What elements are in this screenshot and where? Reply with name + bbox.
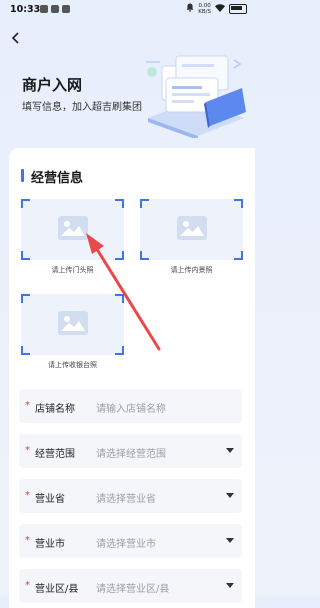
field-placeholder[interactable]: 请选择经营范围 <box>96 445 166 460</box>
system-icons: 0.00 KB/S <box>186 3 247 15</box>
app-notification-icon <box>62 5 70 13</box>
wifi-icon <box>215 3 225 15</box>
business-scope-select[interactable]: * 经营范围 请选择经营范围 <box>19 434 242 468</box>
page-subtitle: 填写信息，加入超吉刷集团 <box>22 102 142 113</box>
network-speed: 0.00 KB/S <box>198 3 211 15</box>
frame-corner <box>115 294 124 303</box>
bell-icon <box>186 3 194 15</box>
frame-corner <box>115 251 124 260</box>
business-info-card: 经营信息 请上传门头照 请上传内景照 请上传收银台照 * 店铺名称 请输入店铺名… <box>9 148 255 608</box>
field-label: 营业区/县 <box>35 584 79 595</box>
caret-down-icon[interactable] <box>226 493 234 498</box>
frame-corner <box>115 199 124 208</box>
network-speed-unit: KB/S <box>198 9 211 15</box>
upload-label: 请上传收银台照 <box>48 361 97 369</box>
field-placeholder[interactable]: 请选择营业市 <box>96 535 156 550</box>
city-select[interactable]: * 营业市 请选择营业市 <box>19 524 242 558</box>
image-placeholder-icon <box>58 216 88 240</box>
required-mark: * <box>25 535 30 546</box>
required-mark: * <box>25 580 30 591</box>
frame-corner <box>21 251 30 260</box>
section-title: 经营信息 <box>31 171 84 186</box>
field-label: 经营范围 <box>35 449 75 460</box>
field-placeholder[interactable]: 请选择营业区/县 <box>96 580 169 595</box>
upload-label: 请上传内景照 <box>170 266 213 274</box>
province-select[interactable]: * 营业省 请选择营业省 <box>19 479 242 513</box>
required-mark: * <box>25 490 30 501</box>
field-label: 营业省 <box>35 494 65 505</box>
field-placeholder[interactable]: 请选择营业省 <box>96 490 156 505</box>
store-name-field[interactable]: * 店铺名称 请输入店铺名称 <box>19 389 242 423</box>
district-select[interactable]: * 营业区/县 请选择营业区/县 <box>19 569 242 603</box>
frame-corner <box>21 199 30 208</box>
frame-corner <box>140 251 149 260</box>
app-notification-icon <box>40 5 48 13</box>
back-arrow-icon[interactable] <box>9 30 23 44</box>
status-bar: 10:33 0.00 KB/S <box>0 0 255 22</box>
caret-down-icon[interactable] <box>226 538 234 543</box>
required-mark: * <box>25 445 30 456</box>
page-title: 商户入网 <box>22 76 83 94</box>
caret-down-icon[interactable] <box>226 583 234 588</box>
required-mark: * <box>25 400 30 411</box>
field-label: 营业市 <box>35 539 65 550</box>
frame-corner <box>140 199 149 208</box>
field-label: 店铺名称 <box>35 404 75 415</box>
frame-corner <box>21 294 30 303</box>
frame-corner <box>21 346 30 355</box>
clock: 10:33 <box>10 4 41 15</box>
frame-corner <box>234 199 243 208</box>
image-placeholder-icon <box>177 216 207 240</box>
field-placeholder[interactable]: 请输入店铺名称 <box>96 400 166 415</box>
cashier-photo-upload[interactable] <box>21 294 124 355</box>
documents-illustration <box>146 55 246 138</box>
caret-down-icon[interactable] <box>226 448 234 453</box>
storefront-photo-upload[interactable] <box>21 199 124 260</box>
notification-icons <box>40 5 70 13</box>
image-placeholder-icon <box>58 311 88 335</box>
frame-corner <box>115 346 124 355</box>
battery-icon <box>229 4 247 14</box>
upload-label: 请上传门头照 <box>51 266 94 274</box>
section-marker <box>21 169 24 182</box>
app-notification-icon <box>51 5 59 13</box>
frame-corner <box>234 251 243 260</box>
interior-photo-upload[interactable] <box>140 199 243 260</box>
